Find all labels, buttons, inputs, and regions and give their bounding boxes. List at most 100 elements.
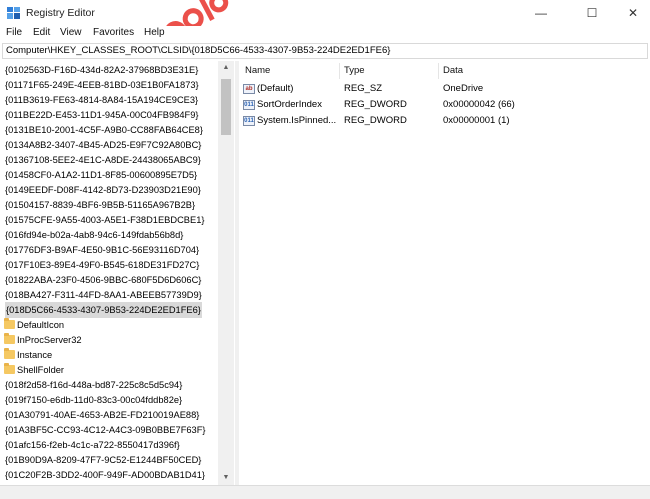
menu-favorites[interactable]: Favorites	[93, 27, 134, 38]
value-data: 0x00000042 (66)	[443, 99, 515, 110]
dword-value-icon: 011	[243, 116, 255, 126]
scroll-up-icon[interactable]: ▲	[218, 61, 234, 75]
value-row[interactable]: 011 SortOrderIndex REG_DWORD 0x00000042 (66…	[240, 97, 648, 113]
tree-key[interactable]: {01171F65-249E-4EEB-81BD-03E1B0FA1873}	[2, 77, 218, 93]
tree-subkey[interactable]: ShellFolder	[2, 362, 218, 378]
window-title: Registry Editor	[26, 7, 95, 19]
maximize-icon: ☐	[586, 6, 598, 20]
tree-key[interactable]: {01822ABA-23F0-4506-9BBC-680F5D6D606C}	[2, 272, 218, 288]
tree-key[interactable]: {01A3BF5C-CC93-4C12-A4C3-09B0BBE7F63F}	[2, 422, 218, 438]
tree-item-label: ShellFolder	[17, 365, 65, 375]
tree-subkey[interactable]: Instance	[2, 347, 218, 363]
tree-key[interactable]: {0149EEDF-D08F-4142-8D73-D23903D21E90}	[2, 182, 218, 198]
menu-help[interactable]: Help	[144, 27, 165, 38]
tree-item-label: {01A30791-40AE-4653-AB2E-FD210019AE88}	[5, 410, 200, 420]
tree-key[interactable]: {0131BE10-2001-4C5F-A9B0-CC88FAB64CE8}	[2, 122, 218, 138]
tree-item-label: {01776DF3-B9AF-4E50-9B1C-56E93116D704}	[5, 245, 200, 255]
tree-item-label: {01822ABA-23F0-4506-9BBC-680F5D6D606C}	[5, 275, 202, 285]
value-data: OneDrive	[443, 83, 484, 94]
tree-item-label: InProcServer32	[17, 335, 82, 345]
values-list[interactable]: Name Type Data ab (Default) REG_SZ OneDrive…	[240, 61, 648, 485]
close-icon: ✕	[627, 6, 639, 20]
column-separator[interactable]	[438, 63, 439, 79]
tree-key[interactable]: {016fd94e-b02a-4ab8-94c6-149fdab56b8d}	[2, 227, 218, 243]
tree-item-label: {018D5C66-4533-4307-9B53-224DE2ED1FE6}	[5, 302, 202, 318]
menu-edit[interactable]: Edit	[33, 27, 50, 38]
tree-key[interactable]: {018f2d58-f16d-448a-bd87-225c8c5d5c94}	[2, 377, 218, 393]
value-type: REG_DWORD	[344, 115, 407, 126]
menu-file[interactable]: File	[6, 27, 22, 38]
tree-item-label: {017F10E3-89E4-49F0-B545-618DE31FD27C}	[5, 260, 200, 270]
address-bar[interactable]: Computer\HKEY_CLASSES_ROOT\CLSID\{018D5C…	[2, 43, 648, 59]
pane-splitter[interactable]	[235, 61, 239, 485]
tree-subkey[interactable]: DefaultIcon	[2, 317, 218, 333]
tree-item-label: {0149EEDF-D08F-4142-8D73-D23903D21E90}	[5, 185, 201, 195]
tree-key[interactable]: {01B90D9A-8209-47F7-9C52-E1244BF50CED}	[2, 452, 218, 468]
status-bar	[0, 485, 650, 499]
tree-key[interactable]: {01afc156-f2eb-4c1c-a722-8550417d396f}	[2, 437, 218, 453]
tree-key[interactable]: {0102563D-F16D-434d-82A2-37968BD3E31E}	[2, 62, 218, 78]
value-row[interactable]: ab (Default) REG_SZ OneDrive	[240, 81, 648, 97]
title-bar: Registry Editor — ☐ ✕	[0, 0, 650, 26]
tree-key[interactable]: {011BE22D-E453-11D1-945A-00C04FB984F9}	[2, 107, 218, 123]
tree-key[interactable]: {01C20F2B-3DD2-400F-949F-AD00BDAB1D41}	[2, 467, 218, 483]
tree-item-label: {0102563D-F16D-434d-82A2-37968BD3E31E}	[5, 65, 199, 75]
tree-item-label: {01171F65-249E-4EEB-81BD-03E1B0FA1873}	[5, 80, 199, 90]
tree-item-label: {01B90D9A-8209-47F7-9C52-E1244BF50CED}	[5, 455, 202, 465]
tree-key[interactable]: {019f7150-e6db-11d0-83c3-00c04fddb82e}	[2, 392, 218, 408]
maximize-button[interactable]: ☐	[571, 0, 613, 26]
folder-icon	[4, 318, 15, 329]
tree-key[interactable]: {01776DF3-B9AF-4E50-9B1C-56E93116D704}	[2, 242, 218, 258]
tree-item-label: {01C20F2B-3DD2-400F-949F-AD00BDAB1D41}	[5, 470, 205, 480]
tree-item-label: {01A3BF5C-CC93-4C12-A4C3-09B0BBE7F63F}	[5, 425, 206, 435]
tree-item-label: DefaultIcon	[17, 320, 65, 330]
tree-item-label: {01afc156-f2eb-4c1c-a722-8550417d396f}	[5, 440, 180, 450]
minimize-icon: —	[535, 6, 547, 20]
tree-scrollbar[interactable]: ▲ ▼	[218, 61, 234, 485]
close-button[interactable]: ✕	[612, 0, 650, 26]
tree-item-label: {01504157-8839-4BF6-9B5B-51165A967B2B}	[5, 200, 196, 210]
tree-key[interactable]: {017F10E3-89E4-49F0-B545-618DE31FD27C}	[2, 257, 218, 273]
tree-key[interactable]: {01575CFE-9A55-4003-A5E1-F38D1EBDCBE1}	[2, 212, 218, 228]
tree-item-label: {018f2d58-f16d-448a-bd87-225c8c5d5c94}	[5, 380, 183, 390]
registry-editor-icon	[7, 7, 20, 19]
column-header-name[interactable]: Name	[245, 65, 270, 76]
column-header-data[interactable]: Data	[443, 65, 463, 76]
column-header-type[interactable]: Type	[344, 65, 365, 76]
tree-key[interactable]: {01504157-8839-4BF6-9B5B-51165A967B2B}	[2, 197, 218, 213]
menu-bar: File Edit View Favorites Help	[0, 26, 650, 42]
value-name: SortOrderIndex	[257, 99, 322, 110]
value-type: REG_SZ	[344, 83, 383, 94]
tree-item-label: {0131BE10-2001-4C5F-A9B0-CC88FAB64CE8}	[5, 125, 203, 135]
tree-item-label: {018BA427-F311-44FD-8AA1-ABEEB57739D9}	[5, 290, 202, 300]
key-tree[interactable]: {0102563D-F16D-434d-82A2-37968BD3E31E} {0…	[2, 61, 218, 485]
dword-value-icon: 011	[243, 100, 255, 110]
folder-icon	[4, 348, 15, 359]
value-name: System.IsPinned...	[257, 115, 337, 126]
tree-key[interactable]: {01367108-5EE2-4E1C-A8DE-24438065ABC9}	[2, 152, 218, 168]
string-value-icon: ab	[243, 84, 255, 94]
minimize-button[interactable]: —	[520, 0, 562, 26]
scroll-thumb[interactable]	[221, 79, 231, 135]
value-type: REG_DWORD	[344, 99, 407, 110]
tree-key[interactable]: {01A30791-40AE-4653-AB2E-FD210019AE88}	[2, 407, 218, 423]
scroll-down-icon[interactable]: ▼	[218, 471, 234, 485]
tree-key[interactable]: {018D5C66-4533-4307-9B53-224DE2ED1FE6}	[2, 302, 218, 318]
tree-key[interactable]: {0134A8B2-3407-4B45-AD25-E9F7C92A80BC}	[2, 137, 218, 153]
tree-item-label: {0134A8B2-3407-4B45-AD25-E9F7C92A80BC}	[5, 140, 202, 150]
value-name: (Default)	[257, 83, 294, 94]
folder-icon	[4, 333, 15, 344]
tree-item-label: Instance	[17, 350, 53, 360]
tree-subkey[interactable]: InProcServer32	[2, 332, 218, 348]
column-separator[interactable]	[339, 63, 340, 79]
folder-icon	[4, 363, 15, 374]
menu-view[interactable]: View	[60, 27, 82, 38]
tree-item-label: {011BE22D-E453-11D1-945A-00C04FB984F9}	[5, 110, 199, 120]
tree-item-label: {01575CFE-9A55-4003-A5E1-F38D1EBDCBE1}	[5, 215, 205, 225]
tree-key[interactable]: {018BA427-F311-44FD-8AA1-ABEEB57739D9}	[2, 287, 218, 303]
tree-key[interactable]: {011B3619-FE63-4814-8A84-15A194CE9CE3}	[2, 92, 218, 108]
tree-key[interactable]: {01458CF0-A1A2-11D1-8F85-00600895E7D5}	[2, 167, 218, 183]
value-row[interactable]: 011 System.IsPinned... REG_DWORD 0x00000001…	[240, 113, 648, 129]
tree-item-label: {019f7150-e6db-11d0-83c3-00c04fddb82e}	[5, 395, 183, 405]
address-path: Computer\HKEY_CLASSES_ROOT\CLSID\{018D5C…	[6, 45, 391, 56]
